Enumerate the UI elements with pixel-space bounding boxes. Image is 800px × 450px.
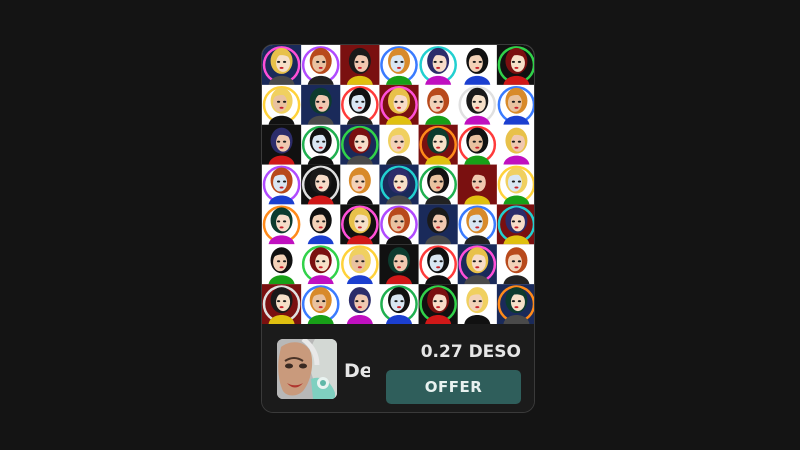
portrait-tile: [301, 84, 341, 126]
portrait-tile: [496, 84, 534, 126]
portrait-tile: [301, 164, 341, 205]
portrait-tile: [262, 84, 302, 126]
portrait-tile: [262, 124, 302, 166]
portrait-tile: [457, 84, 498, 126]
offer-button[interactable]: OFFER: [386, 370, 521, 404]
portrait-tile: [457, 124, 498, 166]
portrait-tile: [457, 284, 498, 324]
portrait-tile: [496, 284, 534, 324]
portrait-tile: [262, 244, 302, 285]
portrait-tile: [340, 124, 380, 166]
portrait-tile: [262, 284, 302, 324]
portrait-tile: [457, 45, 498, 86]
portrait-tile: [457, 244, 498, 285]
portrait-tile: [418, 124, 459, 166]
portrait-tile: [379, 284, 420, 324]
portrait-tile: [301, 244, 341, 285]
portrait-tile: [301, 45, 341, 86]
portrait-tile: [496, 45, 534, 86]
pinup-portrait-collage-image: [262, 45, 534, 324]
nft-card[interactable]: De 0.27 DESO OFFER: [261, 44, 535, 413]
portrait-tile: [379, 124, 420, 166]
creator-avatar[interactable]: [277, 339, 337, 399]
portrait-tile: [301, 284, 341, 324]
portrait-tile: [262, 164, 302, 205]
portrait-tile: [379, 204, 420, 245]
card-footer: De 0.27 DESO OFFER: [262, 324, 534, 412]
portrait-tile: [496, 124, 534, 166]
portrait-tile: [379, 244, 420, 285]
portrait-tile: [340, 164, 380, 205]
portrait-tile: [496, 204, 534, 245]
portrait-tile: [418, 244, 459, 285]
portrait-tile: [379, 84, 420, 126]
portrait-tile: [496, 164, 534, 205]
portrait-tile: [457, 204, 498, 245]
portrait-tile: [418, 164, 459, 205]
portrait-tile: [379, 164, 420, 205]
portrait-tile: [340, 45, 380, 86]
portrait-tile: [418, 84, 459, 126]
portrait-tile: [340, 84, 380, 126]
nft-image[interactable]: [262, 45, 534, 324]
portrait-tile: [340, 244, 380, 285]
portrait-tile: [340, 284, 380, 324]
portrait-tile: [262, 45, 302, 86]
nft-price: 0.27 DESO: [420, 342, 521, 362]
nft-title[interactable]: De: [344, 358, 370, 384]
portrait-tile: [379, 45, 420, 86]
portrait-tile: [496, 244, 534, 285]
portrait-tile: [301, 204, 341, 245]
portrait-tile: [457, 164, 498, 205]
avatar-image: [277, 339, 337, 399]
portrait-tile: [418, 204, 459, 245]
portrait-tile: [262, 204, 302, 245]
portrait-tile: [340, 204, 380, 245]
portrait-tile: [301, 124, 341, 166]
portrait-tile: [418, 284, 459, 324]
portrait-tile: [418, 45, 459, 86]
